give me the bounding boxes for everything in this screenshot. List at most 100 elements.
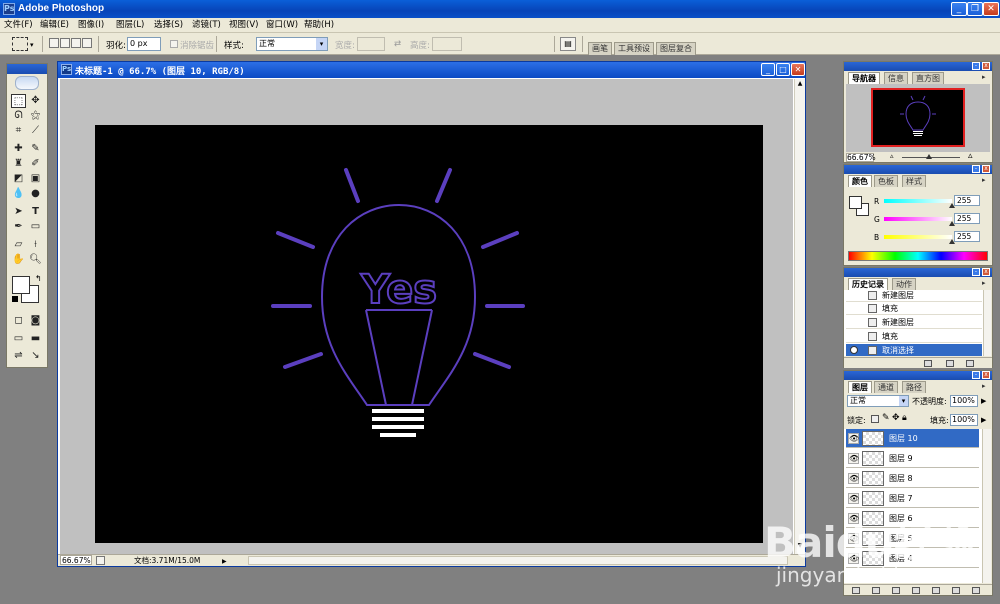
layer-row[interactable]: 👁︎ 图层 8 [846,469,979,488]
color-ramp[interactable] [848,251,988,261]
palette-header[interactable] [844,62,992,71]
menu-file[interactable]: 文件(F) [4,19,33,31]
palette-menu-icon[interactable]: ▸ [982,382,990,390]
style-select[interactable]: 正常 ▾ [256,37,328,51]
menu-layer[interactable]: 图层(L) [116,19,144,31]
new-selection-icon[interactable] [49,38,59,48]
palette-minimize-icon[interactable]: - [972,62,980,70]
opacity-arrow-icon[interactable]: ▶ [981,397,986,405]
brush-tool-icon[interactable]: ✎ [28,142,43,156]
chevron-down-icon[interactable]: ▾ [30,41,34,49]
tab-styles[interactable]: 样式 [902,175,926,187]
vertical-scrollbar[interactable]: ▲ ▼ [794,79,805,554]
blue-slider[interactable] [884,235,952,239]
palette-close-icon[interactable]: x [982,371,990,379]
history-item-selected[interactable]: 取消选择 [846,344,982,356]
palette-minimize-icon[interactable]: - [972,165,980,173]
tab-layers[interactable]: 图层 [848,381,872,393]
status-menu-icon[interactable] [96,556,105,565]
path-selection-tool-icon[interactable]: ➤ [11,205,26,219]
palette-header[interactable] [844,165,992,174]
slice-tool-icon[interactable]: ⟋ [28,124,43,138]
dodge-tool-icon[interactable]: ● [28,187,43,201]
gradient-tool-icon[interactable]: ▣ [28,172,43,186]
tab-info[interactable]: 信息 [884,72,908,84]
add-selection-icon[interactable] [60,38,70,48]
rectangular-marquee-tool-icon[interactable]: ⬚ [11,94,26,108]
lasso-tool-icon[interactable]: ᘏ [11,109,26,123]
doc-minimize-icon[interactable]: _ [761,63,775,76]
foreground-color-box[interactable] [849,196,862,209]
lock-all-icon[interactable]: 🔒︎ [902,413,907,423]
tab-swatches[interactable]: 色板 [874,175,898,187]
history-item[interactable]: 填充 [846,302,982,315]
fill-input[interactable]: 100% [950,414,978,426]
opacity-input[interactable]: 100% [950,395,978,407]
palette-minimize-icon[interactable]: - [972,268,980,276]
type-tool-icon[interactable]: T [28,205,43,219]
eye-icon[interactable]: 👁︎ [848,453,859,464]
menu-view[interactable]: 视图(V) [229,19,258,31]
tab-navigator[interactable]: 导航器 [848,72,880,84]
eyedropper-tool-icon[interactable]: ⟊ [28,238,43,252]
tab-paths[interactable]: 路径 [902,381,926,393]
canvas[interactable]: Yes [95,125,763,543]
restore-icon[interactable]: ❐ [967,2,983,16]
trash-icon[interactable] [966,360,974,367]
menu-image[interactable]: 图像(I) [78,19,104,31]
palette-minimize-icon[interactable]: - [972,371,980,379]
notes-tool-icon[interactable]: ▱ [11,238,26,252]
menu-select[interactable]: 选择(S) [154,19,183,31]
doc-maximize-icon[interactable]: □ [776,63,790,76]
toolbox-header[interactable] [7,64,47,74]
well-tab-tool-presets[interactable]: 工具预设 [614,42,654,55]
pen-tool-icon[interactable]: ✒ [11,220,26,234]
marquee-tool-preset-icon[interactable] [12,37,28,51]
screen-mode-full-icon[interactable]: ▬ [28,332,43,346]
blue-value-input[interactable]: 255 [954,231,980,242]
snapshot-icon[interactable] [946,360,954,367]
palette-menu-icon[interactable]: ▸ [982,279,990,287]
quick-mask-mode-icon[interactable]: ◙ [28,314,43,328]
jump-to-imageready-arrow-icon[interactable]: ↘ [28,349,43,363]
magic-wand-tool-icon[interactable]: ⚝ [28,109,43,123]
red-slider[interactable] [884,199,952,203]
palette-close-icon[interactable]: x [982,165,990,173]
tab-histogram[interactable]: 直方图 [912,72,944,84]
intersect-selection-icon[interactable] [82,38,92,48]
well-tab-brushes[interactable]: 画笔 [588,42,612,55]
status-arrow-icon[interactable]: ▶ [222,556,227,567]
well-tab-layer-comps[interactable]: 图层复合 [656,42,696,55]
rectangle-tool-icon[interactable]: ▭ [28,220,43,234]
tab-channels[interactable]: 通道 [874,381,898,393]
doc-close-icon[interactable]: ✕ [791,63,805,76]
swap-colors-icon[interactable]: ↰ [35,274,42,283]
subtract-selection-icon[interactable] [71,38,81,48]
history-brush-tool-icon[interactable]: ✐ [28,157,43,171]
height-input[interactable] [432,37,462,51]
tab-history[interactable]: 历史记录 [848,278,888,290]
navigator-zoom-field[interactable]: 66.67% [846,153,876,162]
zoom-in-icon[interactable]: ▵ [968,151,973,161]
hand-tool-icon[interactable]: ✋ [11,253,26,267]
lock-pixels-icon[interactable]: ✎ [882,413,890,423]
palette-close-icon[interactable]: x [982,62,990,70]
zoom-field[interactable]: 66.67% [60,555,92,565]
tab-color[interactable]: 颜色 [848,175,872,187]
screen-mode-standard-icon[interactable]: ▭ [11,332,26,346]
file-browser-icon[interactable]: ▤ [560,37,576,51]
eye-icon[interactable]: 👁︎ [848,473,859,484]
history-item[interactable]: 新建图层 [846,290,982,302]
zoom-tool-icon[interactable]: 🔍︎ [28,253,43,267]
zoom-slider-thumb[interactable] [926,154,932,159]
width-input[interactable] [357,37,385,51]
red-value-input[interactable]: 255 [954,195,980,206]
healing-brush-tool-icon[interactable]: ✚ [11,142,26,156]
layer-row[interactable]: 👁︎ 图层 9 [846,449,979,468]
palette-header[interactable] [844,371,992,380]
history-item[interactable]: 填充 [846,330,982,343]
eye-icon[interactable]: 👁︎ [848,433,859,444]
palette-menu-icon[interactable]: ▸ [982,176,990,184]
antialias-checkbox[interactable] [170,40,178,48]
lock-transparency-icon[interactable] [871,415,879,423]
